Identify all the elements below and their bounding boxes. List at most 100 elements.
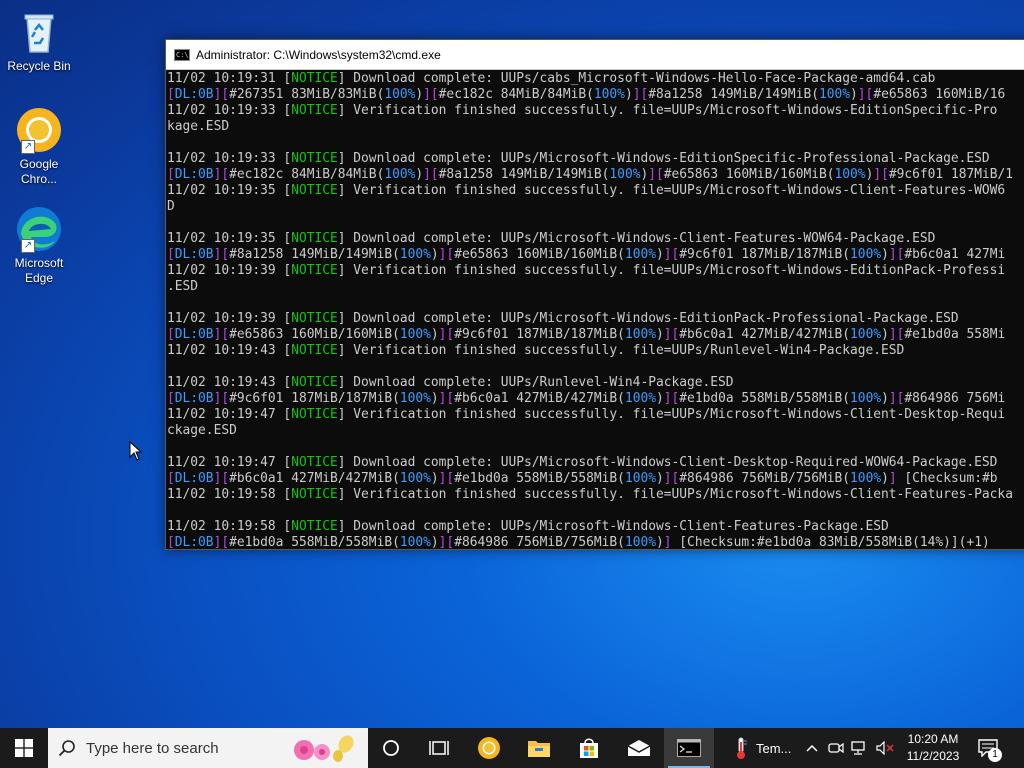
console-text: ] <box>663 535 680 550</box>
search-box[interactable]: Type here to search <box>48 728 368 768</box>
console-text: #e1bd0a 558MiB/558MiB( <box>229 535 400 550</box>
desktop-icon-microsoft-edge[interactable]: ↗ Microsoft Edge <box>4 205 74 286</box>
action-center-button[interactable]: 1 <box>968 728 1008 768</box>
console-text: #864986 756Mi <box>904 391 1006 406</box>
console-text: 100% <box>624 535 656 550</box>
console-text: ][ <box>438 535 455 550</box>
console-text: ] Verification finished successfully. fi… <box>337 407 1006 422</box>
cmd-icon <box>677 739 701 757</box>
console-text: #e1bd0a 558MiB/558MiB( <box>454 471 625 486</box>
console-text: DL:0B <box>174 247 214 262</box>
console-line: 11/02 10:19:35 [NOTICE] Download complet… <box>167 231 1024 247</box>
console-text: 100% <box>850 327 882 342</box>
clock-time: 10:20 AM <box>907 732 959 746</box>
taskbar-cmd-button[interactable] <box>664 728 714 768</box>
console-line: [DL:0B][#b6c0a1 427MiB/427MiB(100%)][#e1… <box>167 471 1024 487</box>
console-text: [ <box>167 471 175 486</box>
console-text: DL:0B <box>174 87 214 102</box>
console-text: #e1bd0a 558Mi <box>904 327 1006 342</box>
console-line: 11/02 10:19:39 [NOTICE] Verification fin… <box>167 263 1024 279</box>
console-text: #267351 83MiB/83MiB( <box>229 87 385 102</box>
console-text: DL:0B <box>174 391 214 406</box>
console-line: 11/02 10:19:58 [NOTICE] Download complet… <box>167 519 1024 535</box>
taskbar-chrome-button[interactable] <box>464 728 514 768</box>
console-text: ] Verification finished successfully. fi… <box>337 103 998 118</box>
tray-meet-now-button[interactable] <box>824 728 848 768</box>
console-text: 11/02 10:19:35 [ <box>167 231 292 246</box>
console-line: 11/02 10:19:47 [NOTICE] Download complet… <box>167 455 1024 471</box>
console-text: [ <box>167 167 175 182</box>
taskbar-store-button[interactable] <box>564 728 614 768</box>
console-line: 11/02 10:19:35 [NOTICE] Verification fin… <box>167 183 1024 199</box>
console-text: NOTICE <box>291 407 338 422</box>
console-text: ] Download complete: UUPs/Microsoft-Wind… <box>337 311 959 326</box>
console-text: NOTICE <box>291 519 338 534</box>
desktop-icon-label: Microsoft Edge <box>14 256 64 285</box>
console-text: #b6c0a1 427MiB/427MiB( <box>679 327 851 342</box>
console-text: ] Download complete: UUPs/Microsoft-Wind… <box>337 519 889 534</box>
console-text: ][ <box>213 247 230 262</box>
console-text: ][ <box>213 391 230 406</box>
console-text: ) <box>430 471 439 486</box>
console-text: ] <box>888 471 905 486</box>
folder-icon <box>528 741 550 757</box>
desktop-icon-recycle-bin[interactable]: Recycle Bin <box>4 8 74 74</box>
console-line: .ESD <box>167 279 1024 295</box>
console-text: 100% <box>399 471 431 486</box>
console-output[interactable]: 11/02 10:19:31 [NOTICE] Download complet… <box>166 70 1024 550</box>
console-text: ] Verification finished successfully. fi… <box>337 183 1006 198</box>
start-button[interactable] <box>0 728 48 768</box>
window-titlebar[interactable]: C:\ Administrator: C:\Windows\system32\c… <box>166 40 1024 70</box>
console-text: ] Download complete: UUPs/Microsoft-Wind… <box>337 455 998 470</box>
weather-widget[interactable]: Tem... <box>714 728 800 768</box>
show-hidden-icons-button[interactable] <box>800 728 824 768</box>
console-text: ckage.ESD <box>167 423 237 438</box>
console-text: #e1bd0a 558MiB/558MiB( <box>679 391 851 406</box>
console-line: [DL:0B][#267351 83MiB/83MiB(100%)][#ec18… <box>167 87 1024 103</box>
tray-volume-button[interactable] <box>872 728 898 768</box>
console-text: NOTICE <box>291 375 338 390</box>
console-text: 11/02 10:19:35 [ <box>167 183 292 198</box>
window-title: Administrator: C:\Windows\system32\cmd.e… <box>196 47 441 62</box>
task-view-button[interactable] <box>414 728 464 768</box>
console-text: #b6c0a1 427MiB/427MiB( <box>454 391 625 406</box>
cmd-window[interactable]: C:\ Administrator: C:\Windows\system32\c… <box>165 39 1024 550</box>
console-text: 100% <box>850 391 882 406</box>
console-text: 11/02 10:19:43 [ <box>167 375 292 390</box>
console-line: 11/02 10:19:47 [NOTICE] Verification fin… <box>167 407 1024 423</box>
volume-muted-icon <box>876 741 894 755</box>
console-text: #8a1258 149MiB/149MiB( <box>438 167 610 182</box>
console-text: DL:0B <box>174 327 214 342</box>
console-text: #9c6f01 187MiB/187MiB( <box>679 247 851 262</box>
console-line: 11/02 10:19:58 [NOTICE] Verification fin… <box>167 487 1024 503</box>
desktop-icon-label: Google Chro... <box>19 157 59 186</box>
console-text: ) <box>656 327 664 342</box>
console-text: 100% <box>850 471 882 486</box>
clock[interactable]: 10:20 AM 11/2/2023 <box>898 728 968 768</box>
desktop: Recycle Bin ↗ Google Chro... ↗ Microsoft… <box>0 0 1024 728</box>
console-text: [ <box>167 247 175 262</box>
console-text: #864986 756MiB/756MiB( <box>679 471 851 486</box>
taskbar-file-explorer-button[interactable] <box>514 728 564 768</box>
console-text: #864986 756MiB/756MiB( <box>454 535 625 550</box>
console-text: ) <box>430 535 439 550</box>
taskbar: Type here to search Tem... 10:20 AM 11/2… <box>0 728 1024 768</box>
desktop-icon-google-chrome[interactable]: ↗ Google Chro... <box>4 106 74 187</box>
cortana-button[interactable] <box>368 728 414 768</box>
console-text: #b6c0a1 427Mi <box>904 247 1006 262</box>
cmd-icon: C:\ <box>174 48 190 61</box>
console-text: 100% <box>624 247 656 262</box>
console-text: 100% <box>399 327 431 342</box>
taskbar-mail-button[interactable] <box>614 728 664 768</box>
console-text: 11/02 10:19:39 [ <box>167 311 292 326</box>
console-line: [DL:0B][#ec182c 84MiB/84MiB(100%)][#8a12… <box>167 167 1024 183</box>
console-text: NOTICE <box>291 71 338 86</box>
tray-network-button[interactable] <box>848 728 872 768</box>
console-text: ) <box>881 327 889 342</box>
console-text: 100% <box>384 167 416 182</box>
console-line: ckage.ESD <box>167 423 1024 439</box>
console-text: #8a1258 149MiB/149MiB( <box>229 247 400 262</box>
console-text: 100% <box>818 87 851 102</box>
